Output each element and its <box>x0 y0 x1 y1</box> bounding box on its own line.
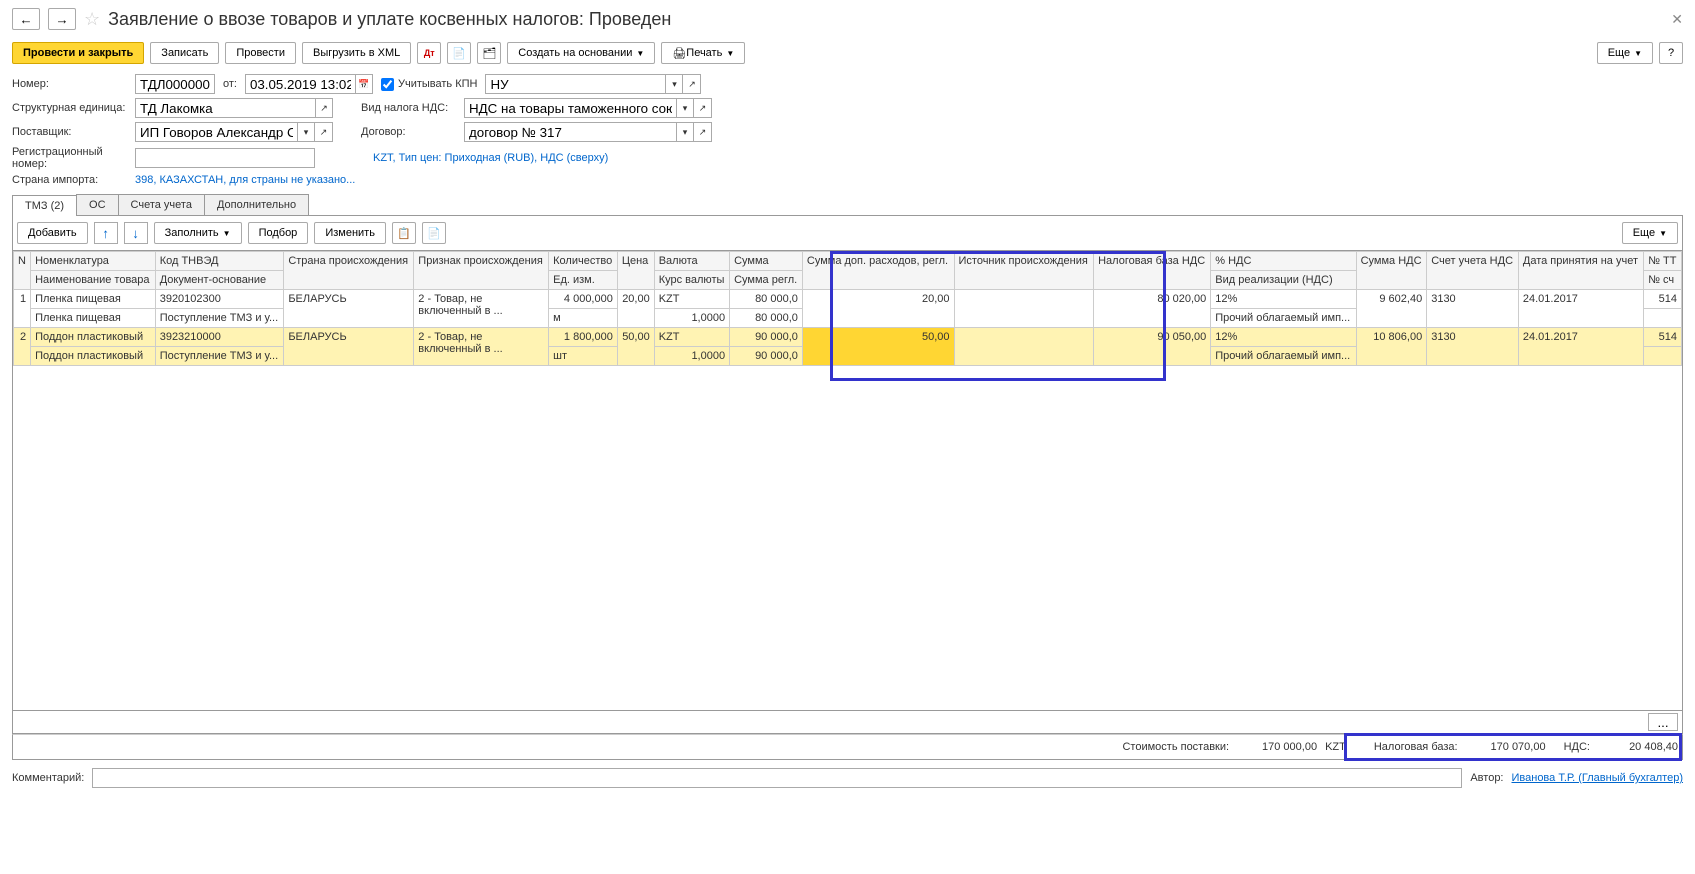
close-icon[interactable]: ✕ <box>1671 11 1683 28</box>
active-cell[interactable]: 50,00 <box>802 328 954 366</box>
col-sch[interactable]: № сч <box>1644 271 1682 290</box>
reg-label: Регистрационный номер: <box>12 146 127 170</box>
table-scroll-area[interactable]: N Номенклатура Код ТНВЭД Страна происхож… <box>12 251 1683 711</box>
tab-more-button[interactable]: Еще▼ <box>1622 222 1678 244</box>
paste-icon-button[interactable]: 📄 <box>422 222 446 244</box>
price-info-link[interactable]: KZT, Тип цен: Приходная (RUB), НДС (свер… <box>373 152 608 164</box>
base-value: 170 070,00 <box>1466 741 1546 753</box>
col-tax-base[interactable]: Налоговая база НДС <box>1094 252 1211 290</box>
from-label: от: <box>223 78 237 90</box>
date-input[interactable] <box>245 74 355 94</box>
col-vat-pct[interactable]: % НДС <box>1211 252 1356 271</box>
expand-button[interactable]: ... <box>1648 713 1678 731</box>
col-vat-sum[interactable]: Сумма НДС <box>1356 252 1427 290</box>
comment-input[interactable] <box>92 768 1462 788</box>
col-acc-date[interactable]: Дата принятия на учет <box>1518 252 1643 290</box>
col-price[interactable]: Цена <box>617 252 654 290</box>
author-link[interactable]: Иванова Т.Р. (Главный бухгалтер) <box>1512 772 1684 784</box>
country-link[interactable]: 398, КАЗАХСТАН, для страны не указано... <box>135 174 355 186</box>
number-label: Номер: <box>12 78 127 90</box>
col-sum[interactable]: Сумма <box>730 252 803 271</box>
items-table: N Номенклатура Код ТНВЭД Страна происхож… <box>13 251 1682 366</box>
open-icon[interactable]: ↗ <box>694 98 712 118</box>
vattype-input[interactable] <box>464 98 676 118</box>
col-n[interactable]: N <box>14 252 31 290</box>
col-rate[interactable]: Курс валюты <box>654 271 729 290</box>
col-acct[interactable]: Счет учета НДС <box>1427 252 1519 290</box>
post-button[interactable]: Провести <box>225 42 296 64</box>
cost-label: Стоимость поставки: <box>1122 741 1229 753</box>
dropdown-icon[interactable]: ▾ <box>665 74 683 94</box>
dtkt-icon-button[interactable]: Дт <box>417 42 441 64</box>
copy-icon-button[interactable]: 📋 <box>392 222 416 244</box>
col-currency[interactable]: Валюта <box>654 252 729 271</box>
country-label: Страна импорта: <box>12 174 127 186</box>
col-tnved[interactable]: Код ТНВЭД <box>155 252 284 271</box>
supplier-label: Поставщик: <box>12 126 127 138</box>
comment-label: Комментарий: <box>12 772 84 784</box>
col-name[interactable]: Наименование товара <box>31 271 156 290</box>
col-qty[interactable]: Количество <box>549 252 618 271</box>
tab-additional[interactable]: Дополнительно <box>204 194 309 215</box>
open-icon[interactable]: ↗ <box>694 122 712 142</box>
vat-label: НДС: <box>1564 741 1590 753</box>
dropdown-icon[interactable]: ▾ <box>676 122 694 142</box>
nav-forward-button[interactable]: → <box>48 8 76 30</box>
more-button[interactable]: Еще▼ <box>1597 42 1653 64</box>
struct-input[interactable] <box>135 98 315 118</box>
table-row-selected[interactable]: 2 Поддон пластиковый 3923210000 БЕЛАРУСЬ… <box>14 328 1682 347</box>
fill-button[interactable]: Заполнить▼ <box>154 222 242 244</box>
supplier-input[interactable] <box>135 122 297 142</box>
post-and-close-button[interactable]: Провести и закрыть <box>12 42 144 64</box>
export-xml-button[interactable]: Выгрузить в XML <box>302 42 411 64</box>
table-row[interactable]: 1 Пленка пищевая 3920102300 БЕЛАРУСЬ 2 -… <box>14 290 1682 309</box>
base-label: Налоговая база: <box>1374 741 1458 753</box>
col-doc[interactable]: Документ-основание <box>155 271 284 290</box>
dropdown-icon[interactable]: ▾ <box>297 122 315 142</box>
tab-accounts[interactable]: Счета учета <box>118 194 205 215</box>
page-title: Заявление о ввозе товаров и уплате косве… <box>108 9 671 30</box>
col-origin-country[interactable]: Страна происхождения <box>284 252 414 290</box>
create-based-button[interactable]: Создать на основании▼ <box>507 42 655 64</box>
open-icon[interactable]: ↗ <box>315 122 333 142</box>
vattype-label: Вид налога НДС: <box>361 102 456 114</box>
nav-back-button[interactable]: ← <box>12 8 40 30</box>
move-down-button[interactable]: ↓ <box>124 222 148 244</box>
cost-currency: KZT <box>1325 741 1346 753</box>
move-up-button[interactable]: ↑ <box>94 222 118 244</box>
tab-tmz[interactable]: ТМЗ (2) <box>12 195 77 216</box>
col-tt[interactable]: № ТТ <box>1644 252 1682 271</box>
help-button[interactable]: ? <box>1659 42 1683 64</box>
tab-os[interactable]: ОС <box>76 194 119 215</box>
kpn-input[interactable] <box>485 74 665 94</box>
cost-value: 170 000,00 <box>1237 741 1317 753</box>
vat-value: 20 408,40 <box>1598 741 1678 753</box>
col-nomen[interactable]: Номенклатура <box>31 252 156 271</box>
col-add-exp[interactable]: Сумма доп. расходов, регл. <box>802 252 954 290</box>
report-icon-button[interactable]: 📄 <box>447 42 471 64</box>
struct-label: Структурная единица: <box>12 102 127 114</box>
open-icon[interactable]: ↗ <box>683 74 701 94</box>
print-button[interactable]: 🖨 Печать▼ <box>661 42 745 64</box>
open-icon[interactable]: ↗ <box>315 98 333 118</box>
edit-button[interactable]: Изменить <box>314 222 386 244</box>
number-input[interactable] <box>135 74 215 94</box>
col-unit[interactable]: Ед. изм. <box>549 271 618 290</box>
save-button[interactable]: Записать <box>150 42 219 64</box>
contract-label: Договор: <box>361 126 456 138</box>
contract-input[interactable] <box>464 122 676 142</box>
structure-icon-button[interactable]: 🗂 <box>477 42 501 64</box>
date-picker-icon[interactable]: 📅 <box>355 74 373 94</box>
favorite-star-icon[interactable]: ☆ <box>84 9 100 30</box>
reg-input[interactable] <box>135 148 315 168</box>
pick-button[interactable]: Подбор <box>248 222 309 244</box>
dropdown-icon[interactable]: ▾ <box>676 98 694 118</box>
col-source[interactable]: Источник происхождения <box>954 252 1094 290</box>
col-sum-regl[interactable]: Сумма регл. <box>730 271 803 290</box>
col-origin-sign[interactable]: Признак происхождения <box>414 252 549 290</box>
author-label: Автор: <box>1470 772 1503 784</box>
add-button[interactable]: Добавить <box>17 222 88 244</box>
kpn-checkbox[interactable]: Учитывать КПН <box>381 78 478 91</box>
col-vat-type[interactable]: Вид реализации (НДС) <box>1211 271 1356 290</box>
